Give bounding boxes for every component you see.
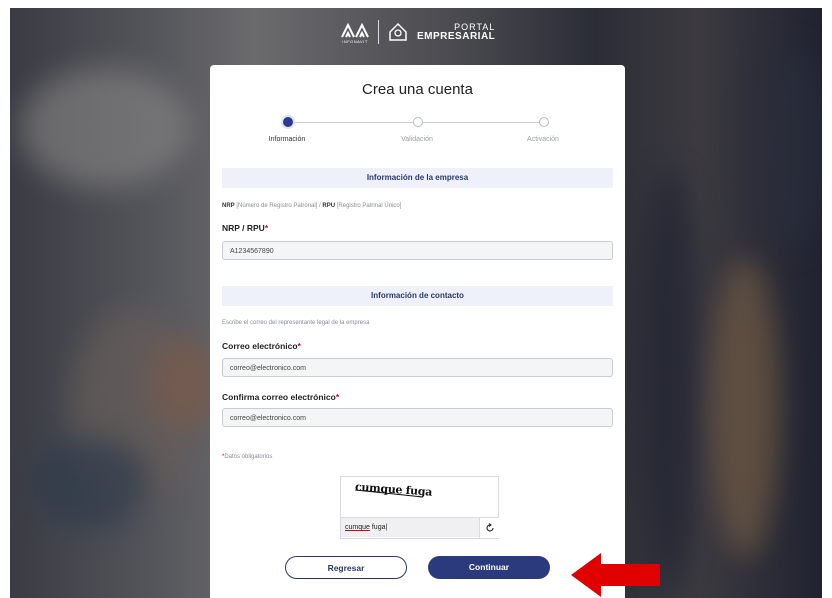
header-divider	[378, 20, 379, 44]
captcha-widget: cumque fuga cumque fuga|	[340, 476, 499, 539]
portal-wordmark: PORTAL EMPRESARIAL	[417, 22, 496, 42]
nrp-label: NRP / RPU*	[222, 223, 269, 233]
infonavit-logo: INFONAVIT	[340, 21, 370, 44]
infonavit-house-icon	[341, 22, 369, 37]
step-label-informacion: Información	[268, 136, 306, 143]
portal-line2: EMPRESARIAL	[417, 30, 496, 42]
company-section-title: Información de la empresa	[222, 168, 613, 188]
step-dot-informacion	[283, 117, 293, 127]
infonavit-wordmark: INFONAVIT	[342, 38, 368, 44]
nrp-hint: NRP [Número de Registro Patronal] / RPU …	[222, 203, 402, 209]
nrp-input[interactable]: A1234567890	[222, 241, 613, 260]
refresh-icon	[485, 523, 494, 532]
contact-section-title: Información de contacto	[222, 286, 613, 306]
step-dot-validacion	[413, 117, 423, 127]
stepper-line	[292, 122, 416, 123]
signup-card: Crea una cuenta Información Validación A…	[210, 65, 625, 598]
step-dot-activacion	[539, 117, 549, 127]
step-label-activacion: Activación	[527, 136, 559, 143]
red-arrow-icon	[571, 553, 660, 597]
required-note: *Datos obligatorios	[222, 454, 273, 460]
portal-header: INFONAVIT PORTAL EMPRESARIAL	[340, 17, 495, 47]
stepper-line	[422, 122, 543, 123]
progress-stepper: Información Validación Activación	[210, 115, 625, 155]
captcha-refresh-button[interactable]	[479, 517, 499, 538]
back-button[interactable]: Regresar	[285, 556, 407, 579]
email-field[interactable]: correo@electronico.com	[222, 358, 613, 377]
contact-hint: Escribe el correo del representante lega…	[222, 320, 370, 326]
captcha-input[interactable]: cumque fuga|	[341, 517, 479, 537]
confirm-email-field[interactable]: correo@electronico.com	[222, 408, 613, 427]
page-title: Crea una cuenta	[362, 81, 473, 98]
confirm-email-label: Confirma correo electrónico*	[222, 392, 340, 402]
portal-house-icon	[389, 22, 407, 41]
email-label: Correo electrónico*	[222, 341, 301, 351]
continue-button[interactable]: Continuar	[428, 556, 550, 579]
step-label-validacion: Validación	[401, 136, 433, 143]
